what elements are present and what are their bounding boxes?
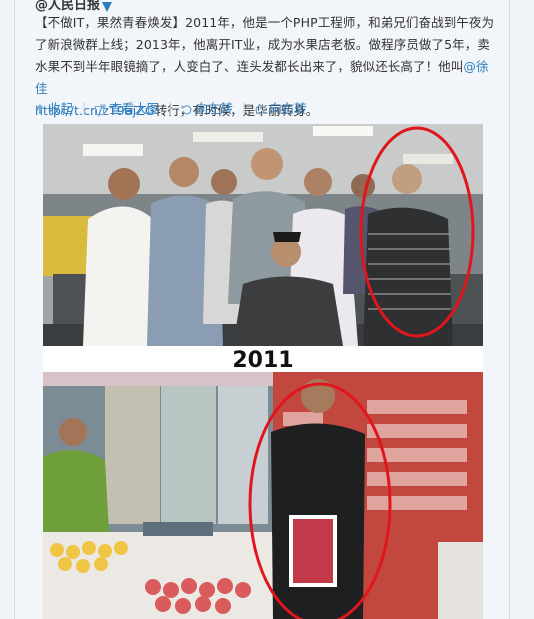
collapse-label: 收起 bbox=[48, 101, 74, 116]
rotate-left-label: 向左转 bbox=[195, 101, 233, 116]
view-large-button[interactable]: 查看大图 bbox=[95, 98, 159, 117]
separator: | bbox=[168, 100, 173, 115]
rotate-right-icon bbox=[255, 105, 266, 115]
verified-badge-icon bbox=[102, 0, 113, 12]
separator: | bbox=[241, 100, 247, 115]
arrow-up-icon bbox=[36, 104, 44, 114]
rotate-right-label: 向右转 bbox=[269, 101, 307, 116]
post-image[interactable]: 2011 bbox=[43, 124, 483, 619]
year-label: 2011 bbox=[232, 348, 294, 373]
collapse-button[interactable]: 收起 bbox=[35, 98, 73, 117]
fruit-shop-photo bbox=[43, 372, 483, 619]
rotate-left-button[interactable]: 向左转 bbox=[181, 98, 233, 117]
external-link-icon bbox=[95, 104, 106, 115]
year-caption-strip: 2011 bbox=[43, 346, 483, 373]
post-text-main: 【不做IT，果然青春焕发】2011年，他是一个PHP工程师，和弟兄们奋战到午夜为… bbox=[35, 15, 495, 74]
office-group-photo bbox=[43, 124, 483, 346]
rotate-right-button[interactable]: 向右转 bbox=[255, 98, 307, 117]
rotate-left-icon bbox=[181, 105, 192, 115]
image-toolbar: 收起 | 查看大图 | 向左转 | 向右转 bbox=[35, 98, 307, 117]
view-large-label: 查看大图 bbox=[109, 101, 160, 116]
separator: | bbox=[82, 100, 87, 115]
weibo-post-card: @人民日报 【不做IT，果然青春焕发】2011年，他是一个PHP工程师，和弟兄们… bbox=[14, 0, 510, 619]
